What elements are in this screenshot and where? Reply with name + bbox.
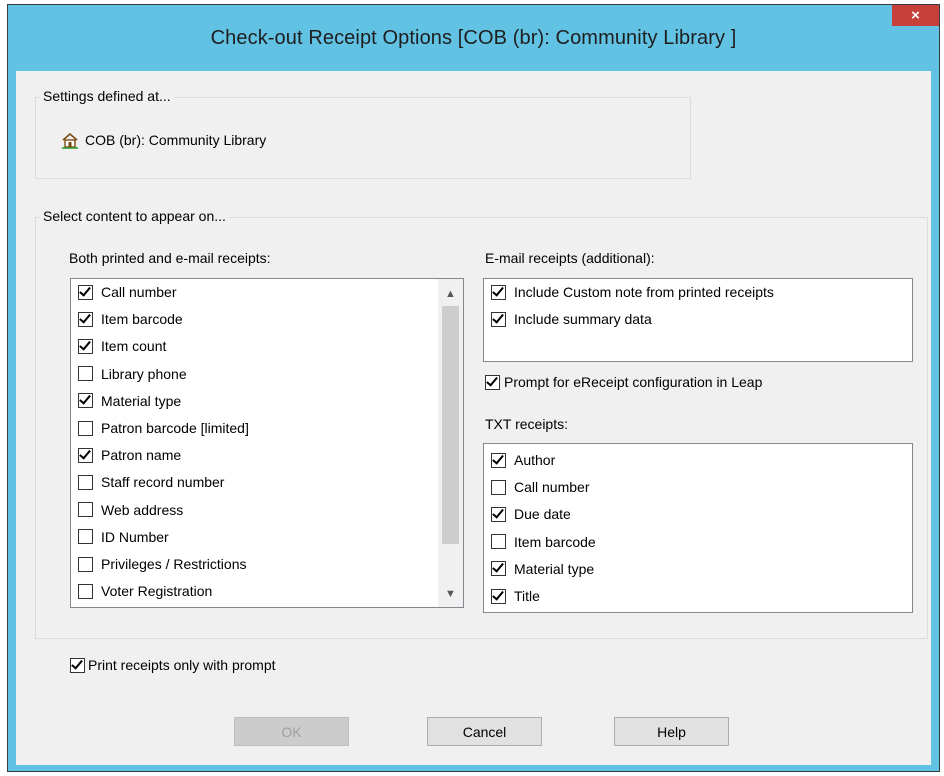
checkbox-item[interactable]: ID Number xyxy=(78,527,169,547)
checkbox-label: Material type xyxy=(514,560,595,577)
txt-receipts-label: TXT receipts: xyxy=(485,416,568,432)
checkbox-item[interactable]: Patron barcode [limited] xyxy=(78,418,249,438)
print-prompt-label: Print receipts only with prompt xyxy=(88,657,276,673)
scrollbar[interactable]: ▲ ▼ xyxy=(438,279,463,607)
checkbox-label: Voter Registration xyxy=(101,583,213,600)
checkbox-item[interactable]: Patron name xyxy=(78,445,181,465)
help-button[interactable]: Help xyxy=(614,717,729,746)
checkbox-label: Privileges / Restrictions xyxy=(101,556,247,572)
prompt-ereceipt-box[interactable] xyxy=(485,374,500,390)
checkbox-item[interactable]: Library phone xyxy=(78,364,187,384)
checkbox-label: Item count xyxy=(101,338,167,355)
checkbox-label: ID Number xyxy=(101,528,169,545)
checkbox-label: Title xyxy=(514,588,540,604)
checkbox-item[interactable]: Include summary data xyxy=(491,309,652,329)
checkbox-item[interactable]: Call number xyxy=(491,477,589,497)
checkbox-item[interactable]: Material type xyxy=(78,391,181,411)
checkbox-item[interactable]: Staff record number xyxy=(78,472,224,492)
checked-checkbox-icon[interactable] xyxy=(78,338,93,354)
checked-checkbox-icon[interactable] xyxy=(78,447,93,463)
checkbox-label: Call number xyxy=(101,284,177,300)
dialog-window: Check-out Receipt Options [COB (br): Com… xyxy=(7,4,940,772)
both-receipts-list[interactable]: Call number Item barcode Item count Library… xyxy=(70,278,464,608)
content-group-legend: Select content to appear on... xyxy=(40,208,229,224)
checkbox-label: Patron barcode [limited] xyxy=(101,420,249,436)
unchecked-checkbox-icon[interactable] xyxy=(78,366,93,382)
dialog-body: Settings defined at... COB (br): Communi… xyxy=(16,71,931,765)
settings-group-legend: Settings defined at... xyxy=(40,88,174,104)
checked-checkbox-icon[interactable] xyxy=(78,284,93,300)
cancel-button[interactable]: Cancel xyxy=(427,717,542,746)
unchecked-checkbox-icon[interactable] xyxy=(78,474,93,490)
checkbox-item[interactable]: Call number xyxy=(78,282,176,302)
scroll-up-icon[interactable]: ▲ xyxy=(438,284,463,304)
checked-checkbox-icon[interactable] xyxy=(78,311,93,327)
checkbox-item[interactable]: Item count xyxy=(78,336,166,356)
print-prompt-checkbox[interactable]: Print receipts only with prompt xyxy=(70,655,276,675)
checkbox-item[interactable]: Item barcode xyxy=(78,309,183,329)
unchecked-checkbox-icon[interactable] xyxy=(78,556,93,572)
checkbox-item[interactable]: Title xyxy=(491,586,540,606)
scroll-thumb[interactable] xyxy=(442,306,459,544)
prompt-ereceipt-label: Prompt for eReceipt configuration in Lea… xyxy=(504,374,763,390)
checkbox-item[interactable]: Material type xyxy=(491,559,594,579)
checkbox-item[interactable]: Privileges / Restrictions xyxy=(78,554,247,574)
checkbox-label: Library phone xyxy=(101,365,187,382)
checkbox-label: Author xyxy=(514,452,556,468)
settings-location: COB (br): Community Library xyxy=(85,132,267,148)
unchecked-checkbox-icon[interactable] xyxy=(78,420,93,436)
checked-checkbox-icon[interactable] xyxy=(491,506,506,522)
checkbox-label: Call number xyxy=(514,479,590,496)
checked-checkbox-icon[interactable] xyxy=(491,452,506,468)
checkbox-label: Material type xyxy=(101,392,182,409)
checkbox-label: Item barcode xyxy=(101,311,183,328)
checkbox-label: Item barcode xyxy=(514,533,596,550)
scroll-down-icon[interactable]: ▼ xyxy=(438,584,463,604)
checkbox-item[interactable]: Include Custom note from printed receipt… xyxy=(491,282,774,302)
checkbox-item[interactable]: Author xyxy=(491,450,555,470)
checked-checkbox-icon[interactable] xyxy=(491,561,506,577)
txt-receipts-list[interactable]: Author Call number Due date Item barcode Mat… xyxy=(483,443,913,613)
checkbox-label: Staff record number xyxy=(101,474,225,491)
unchecked-checkbox-icon[interactable] xyxy=(491,479,506,495)
checkbox-label: Patron name xyxy=(101,447,182,464)
window-title: Check-out Receipt Options [COB (br): Com… xyxy=(210,27,737,49)
close-button[interactable]: × xyxy=(892,5,939,26)
checked-checkbox-icon[interactable] xyxy=(491,588,506,604)
checkbox-label: Include Custom note from printed receipt… xyxy=(514,284,774,300)
checkbox-item[interactable]: Item barcode xyxy=(491,532,596,552)
checkbox-label: Web address xyxy=(101,501,184,518)
both-receipts-label: Both printed and e-mail receipts: xyxy=(69,250,271,266)
checkbox-item[interactable]: Voter Registration xyxy=(78,581,212,601)
unchecked-checkbox-icon[interactable] xyxy=(491,534,506,550)
checkbox-item[interactable]: Web address xyxy=(78,500,183,520)
ok-button[interactable]: OK xyxy=(234,717,349,746)
unchecked-checkbox-icon[interactable] xyxy=(78,502,93,518)
checked-checkbox-icon[interactable] xyxy=(78,393,93,409)
checkbox-item[interactable]: Due date xyxy=(491,504,571,524)
checked-checkbox-icon[interactable] xyxy=(491,284,506,300)
checked-checkbox-icon[interactable] xyxy=(491,311,506,327)
unchecked-checkbox-icon[interactable] xyxy=(78,583,93,599)
email-receipts-list[interactable]: Include Custom note from printed receipt… xyxy=(483,278,913,362)
checkbox-label: Due date xyxy=(514,506,571,523)
checkbox-label: Include summary data xyxy=(514,311,652,328)
print-prompt-box[interactable] xyxy=(70,657,85,673)
unchecked-checkbox-icon[interactable] xyxy=(78,529,93,545)
library-home-icon xyxy=(62,132,78,149)
prompt-ereceipt-checkbox[interactable]: Prompt for eReceipt configuration in Lea… xyxy=(485,372,762,392)
email-receipts-label: E-mail receipts (additional): xyxy=(485,250,655,266)
title-bar[interactable]: Check-out Receipt Options [COB (br): Com… xyxy=(8,5,939,71)
